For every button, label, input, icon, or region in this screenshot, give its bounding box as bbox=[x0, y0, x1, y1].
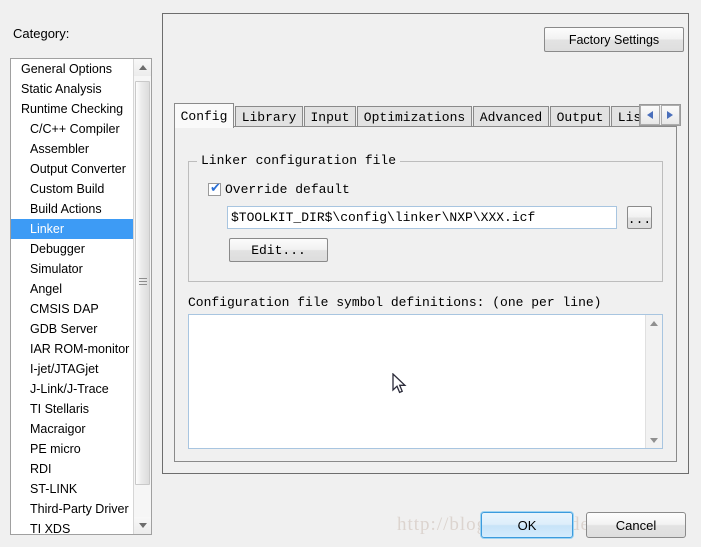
linker-config-path-input[interactable]: $TOOLKIT_DIR$\config\linker\NXP\XXX.icf bbox=[227, 206, 617, 229]
tab-label: Output bbox=[556, 109, 604, 125]
category-item-linker[interactable]: Linker bbox=[11, 219, 133, 239]
category-item-debugger[interactable]: Debugger bbox=[11, 239, 133, 259]
symbol-definitions-textarea[interactable] bbox=[188, 314, 663, 449]
category-item-label: IAR ROM-monitor bbox=[30, 342, 130, 356]
category-label: Category: bbox=[13, 26, 70, 41]
tab-label: Config bbox=[180, 108, 228, 124]
symbol-scroll-down-button[interactable] bbox=[646, 432, 662, 448]
override-default-checkbox[interactable]: ✔ bbox=[208, 181, 221, 196]
category-item-label: J-Link/J-Trace bbox=[30, 382, 109, 396]
category-item-label: Static Analysis bbox=[21, 82, 102, 96]
category-item-label: TI XDS bbox=[30, 522, 71, 535]
factory-settings-button[interactable]: Factory Settings bbox=[544, 27, 684, 52]
category-item-ti-stellaris[interactable]: TI Stellaris bbox=[11, 399, 133, 419]
category-item-custom-build[interactable]: Custom Build bbox=[11, 179, 133, 199]
tab-scroll-right-button[interactable] bbox=[660, 105, 680, 125]
ok-button[interactable]: OK bbox=[481, 512, 573, 538]
checkmark-icon: ✔ bbox=[210, 181, 221, 196]
category-item-ti-xds[interactable]: TI XDS bbox=[11, 519, 133, 535]
tab-page-config: Linker configuration file ✔ Override def… bbox=[174, 126, 677, 462]
category-item-label: Linker bbox=[30, 222, 65, 236]
category-item-label: Angel bbox=[30, 282, 62, 296]
category-item-label: PE micro bbox=[30, 442, 81, 456]
category-item-macraigor[interactable]: Macraigor bbox=[11, 419, 133, 439]
scrollbar-grip-icon bbox=[139, 278, 147, 288]
triangle-down-glyph bbox=[650, 437, 658, 443]
category-item-i-jet-jtagjet[interactable]: I-jet/JTAGjet bbox=[11, 359, 133, 379]
edit-button[interactable]: Edit... bbox=[229, 238, 328, 262]
category-item-rdi[interactable]: RDI bbox=[11, 459, 133, 479]
category-item-label: General Options bbox=[21, 62, 113, 76]
category-item-third-party-driver[interactable]: Third-Party Driver bbox=[11, 499, 133, 519]
scroll-up-icon[interactable] bbox=[134, 59, 151, 76]
tab-label: Input bbox=[310, 109, 350, 125]
tab-label: Library bbox=[241, 109, 297, 125]
triangle-up-glyph bbox=[650, 320, 658, 326]
category-scrollbar-thumb[interactable] bbox=[135, 81, 150, 485]
category-item-angel[interactable]: Angel bbox=[11, 279, 133, 299]
symbol-definitions-label: Configuration file symbol definitions: (… bbox=[188, 295, 602, 310]
category-item-c-c-compiler[interactable]: C/C++ Compiler bbox=[11, 119, 133, 139]
category-item-runtime-checking[interactable]: Runtime Checking bbox=[11, 99, 133, 119]
tab-label: Lis bbox=[617, 109, 642, 125]
cancel-button[interactable]: Cancel bbox=[586, 512, 686, 538]
category-item-label: Macraigor bbox=[30, 422, 86, 436]
category-item-label: Runtime Checking bbox=[21, 102, 124, 116]
category-item-label: ST-LINK bbox=[30, 482, 78, 496]
category-item-label: GDB Server bbox=[30, 322, 98, 336]
symbol-definitions-scrollbar[interactable] bbox=[645, 315, 662, 448]
category-item-label: CMSIS DAP bbox=[30, 302, 99, 316]
category-item-label: RDI bbox=[30, 462, 52, 476]
tab-optimizations[interactable]: Optimizations bbox=[357, 106, 472, 127]
browse-button[interactable]: ... bbox=[627, 206, 652, 229]
group-title: Linker configuration file bbox=[197, 153, 401, 168]
category-item-label: TI Stellaris bbox=[30, 402, 90, 416]
category-item-j-link-j-trace[interactable]: J-Link/J-Trace bbox=[11, 379, 133, 399]
category-item-label: Output Converter bbox=[30, 162, 126, 176]
category-item-output-converter[interactable]: Output Converter bbox=[11, 159, 133, 179]
category-item-assembler[interactable]: Assembler bbox=[11, 139, 133, 159]
tab-library[interactable]: Library bbox=[235, 106, 303, 127]
override-default-checkbox-row[interactable]: ✔ Override default bbox=[208, 182, 350, 197]
triangle-up-glyph bbox=[138, 65, 147, 70]
category-item-cmsis-dap[interactable]: CMSIS DAP bbox=[11, 299, 133, 319]
category-item-container: General Options Static Analysis Runtime Ch… bbox=[11, 59, 133, 534]
category-item-st-link[interactable]: ST-LINK bbox=[11, 479, 133, 499]
tab-strip: Config Library Input Optimizations Advanced O… bbox=[174, 103, 681, 128]
tab-label: Advanced bbox=[479, 109, 543, 125]
category-item-label: Third-Party Driver bbox=[30, 502, 129, 516]
override-default-label: Override default bbox=[225, 182, 350, 197]
symbol-scroll-up-button[interactable] bbox=[646, 315, 662, 331]
options-panel: Factory Settings Config Library Input Optim… bbox=[162, 13, 689, 474]
category-item-simulator[interactable]: Simulator bbox=[11, 259, 133, 279]
category-item-pe-micro[interactable]: PE micro bbox=[11, 439, 133, 459]
tab-advanced[interactable]: Advanced bbox=[473, 106, 549, 127]
tab-label: Optimizations bbox=[363, 109, 466, 125]
category-item-iar-rom-monitor[interactable]: IAR ROM-monitor bbox=[11, 339, 133, 359]
chevron-left-icon bbox=[646, 111, 653, 119]
category-item-static-analysis[interactable]: Static Analysis bbox=[11, 79, 133, 99]
category-item-label: Assembler bbox=[30, 142, 90, 156]
tab-output[interactable]: Output bbox=[550, 106, 610, 127]
category-item-label: Custom Build bbox=[30, 182, 105, 196]
category-item-label: Simulator bbox=[30, 262, 83, 276]
triangle-down-glyph bbox=[138, 523, 147, 528]
scroll-down-icon[interactable] bbox=[134, 517, 151, 534]
category-item-gdb-server[interactable]: GDB Server bbox=[11, 319, 133, 339]
category-item-label: C/C++ Compiler bbox=[30, 122, 120, 136]
category-item-label: Build Actions bbox=[30, 202, 102, 216]
tab-config[interactable]: Config bbox=[174, 103, 234, 128]
category-item-label: Debugger bbox=[30, 242, 85, 256]
category-item-build-actions[interactable]: Build Actions bbox=[11, 199, 133, 219]
tab-scroll-left-button[interactable] bbox=[640, 105, 660, 125]
category-item-label: I-jet/JTAGjet bbox=[30, 362, 99, 376]
category-scrollbar[interactable] bbox=[133, 59, 151, 534]
linker-configuration-file-group: Linker configuration file ✔ Override def… bbox=[188, 153, 663, 282]
category-list[interactable]: General Options Static Analysis Runtime Ch… bbox=[10, 58, 152, 535]
category-item-general-options[interactable]: General Options bbox=[11, 59, 133, 79]
tab-input[interactable]: Input bbox=[304, 106, 356, 127]
chevron-right-icon bbox=[667, 111, 674, 119]
tab-nav-buttons[interactable] bbox=[639, 104, 681, 126]
